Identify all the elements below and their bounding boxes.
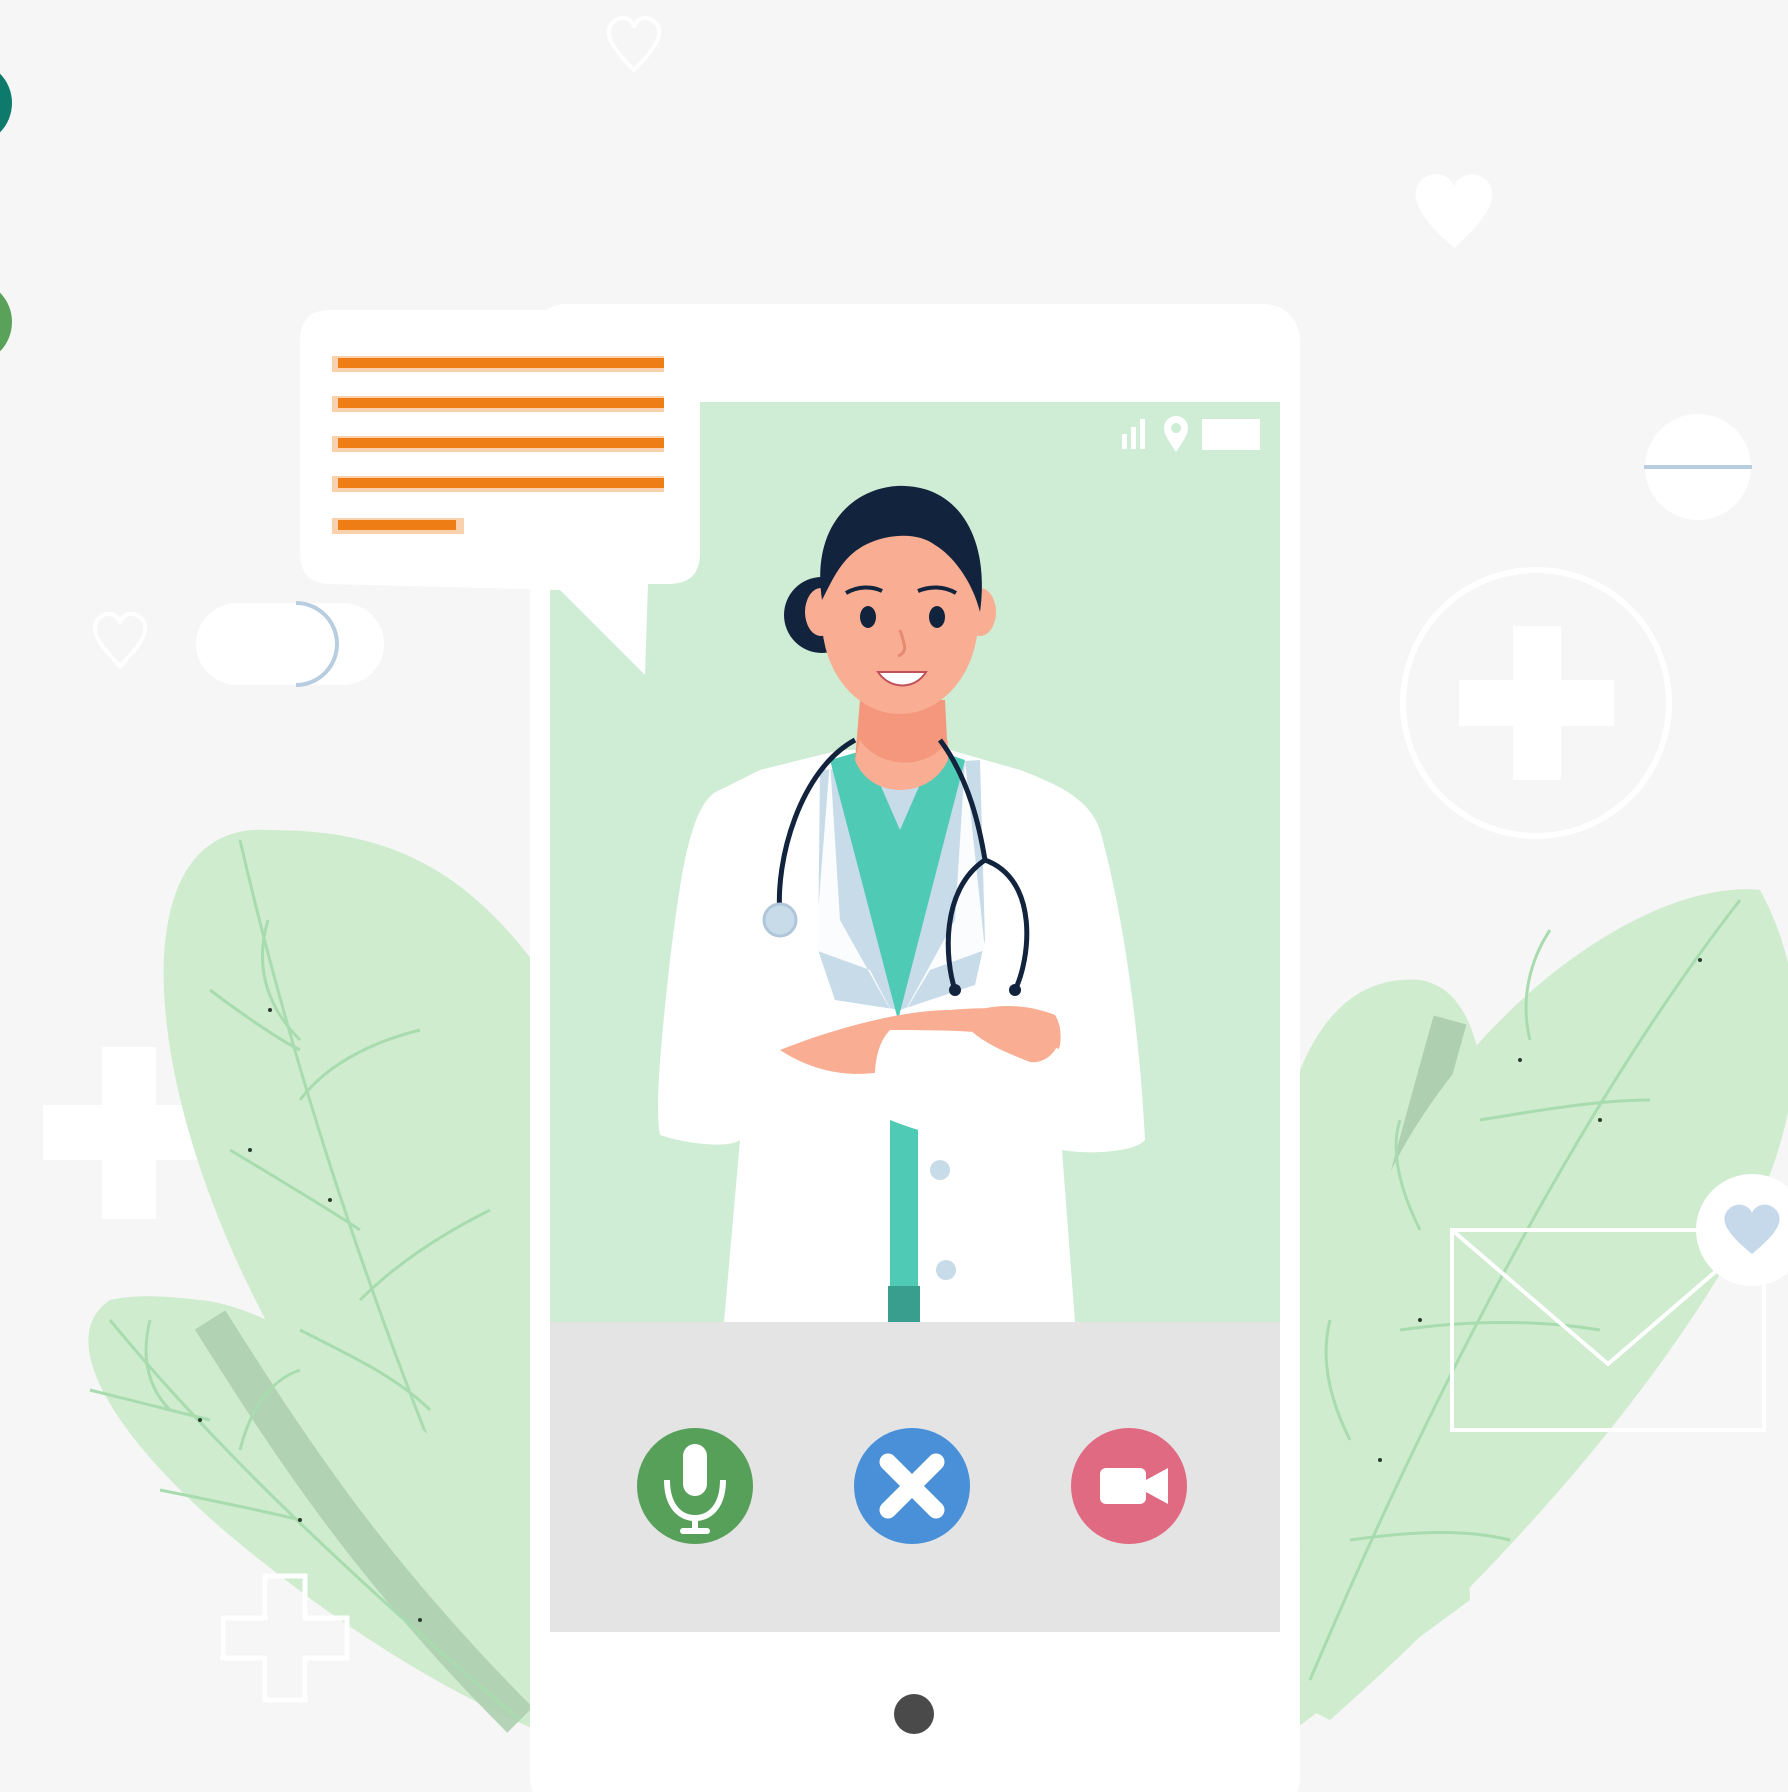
- home-button[interactable]: [894, 1694, 934, 1734]
- medical-cross-circle-icon: [1400, 567, 1672, 839]
- pill-icon: [196, 601, 384, 687]
- green-circle-decoration: [0, 292, 12, 352]
- end-call-button[interactable]: [854, 1428, 970, 1544]
- illustration-canvas: [0, 0, 1788, 1792]
- teal-circle-decoration: [0, 73, 12, 133]
- heart-outline-icon: [92, 611, 148, 669]
- video-camera-button[interactable]: [1071, 1428, 1187, 1544]
- heart-icon: [1415, 174, 1493, 248]
- microphone-button[interactable]: [637, 1428, 753, 1544]
- battery-icon: [1202, 419, 1260, 450]
- right-leaves: [1268, 889, 1788, 1740]
- illustration-svg: [0, 15, 1788, 1792]
- stethoscope-chestpiece: [762, 902, 798, 938]
- round-pill-icon: [1644, 414, 1752, 520]
- left-leaves: [88, 829, 561, 1740]
- heart-outline-icon: [606, 15, 662, 73]
